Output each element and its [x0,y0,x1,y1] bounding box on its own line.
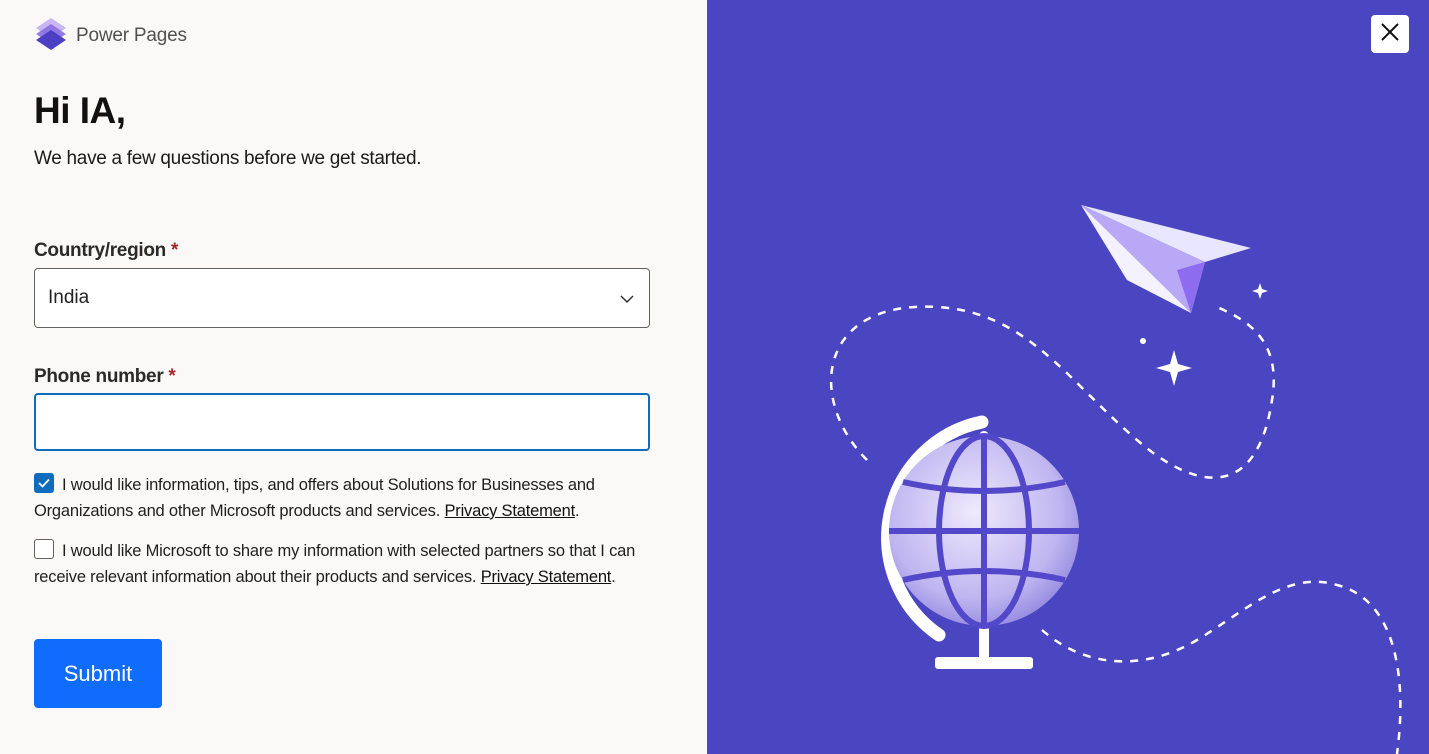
power-pages-logo-icon [34,16,68,55]
country-select[interactable]: India [34,268,650,328]
greeting-heading: Hi IA, [34,90,126,131]
consent-partners-trail: . [611,568,616,586]
phone-label-text: Phone number [34,366,164,387]
country-value: India [48,287,90,308]
submit-button[interactable]: Submit [34,639,162,708]
globe-illustration [829,205,1402,754]
close-button[interactable] [1371,15,1409,53]
brand: Power Pages [34,16,187,55]
subtitle: We have a few questions before we get st… [34,148,422,169]
illustration-panel [707,0,1429,754]
privacy-statement-link[interactable]: Privacy Statement [444,502,575,520]
sparkle-icon [1156,350,1192,386]
country-label: Country/region * [34,240,178,262]
consent-marketing: I would like information, tips, and offe… [34,472,654,524]
required-mark: * [170,240,179,261]
close-icon [1380,22,1400,47]
partners-checkbox[interactable] [34,539,54,559]
required-mark: * [168,366,176,387]
brand-name: Power Pages [76,24,187,46]
paper-plane-icon [1081,205,1251,313]
country-label-text: Country/region [34,240,166,261]
form-panel: Power Pages Hi IA, We have a few questio… [0,0,707,754]
privacy-statement-link[interactable]: Privacy Statement [481,568,612,586]
chevron-down-icon [617,289,637,309]
consent-marketing-trail: . [574,502,580,520]
phone-input[interactable] [34,393,650,451]
marketing-checkbox[interactable] [34,473,54,493]
sparkle-icon [1252,283,1268,299]
phone-label: Phone number * [34,366,176,388]
consent-partners: I would like Microsoft to share my infor… [34,538,654,590]
